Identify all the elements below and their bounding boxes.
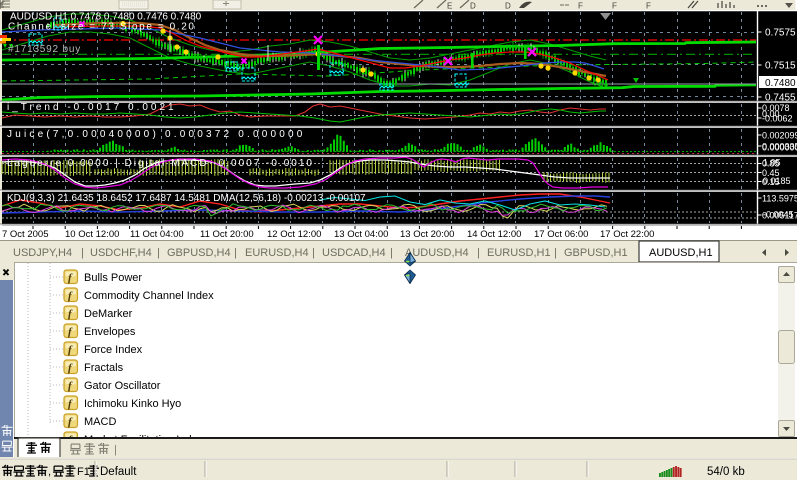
svg-text:13 Oct 20:00: 13 Oct 20:00 xyxy=(400,229,454,240)
svg-text:|: | xyxy=(114,444,117,456)
svg-text:0.0185: 0.0185 xyxy=(763,176,791,186)
svg-text:,: , xyxy=(48,466,51,478)
svg-text:GBPUSD,H4: GBPUSD,H4 xyxy=(167,247,231,259)
svg-text:Commodity Channel Index: Commodity Channel Index xyxy=(84,290,214,302)
svg-text:D: D xyxy=(505,2,511,11)
svg-text:USDJPY,H4: USDJPY,H4 xyxy=(13,247,72,259)
svg-text:E: E xyxy=(447,2,452,11)
svg-text:|: | xyxy=(157,247,160,259)
svg-text:17 Oct 22:00: 17 Oct 22:00 xyxy=(600,229,654,240)
svg-text:0.7455: 0.7455 xyxy=(765,93,796,104)
svg-text:0.000000: 0.000000 xyxy=(762,143,797,153)
svg-text:Envelopes: Envelopes xyxy=(84,326,136,338)
svg-text:|: | xyxy=(312,247,315,259)
svg-text:EURUSD,H1: EURUSD,H1 xyxy=(487,247,551,259)
svg-text:Laguerre 0.0000 | Digital MACD: Laguerre 0.0000 | Digital MACD -0.0007 -… xyxy=(7,158,314,169)
svg-text:USDCHF,H4: USDCHF,H4 xyxy=(90,247,152,259)
svg-text:EURUSD,H4: EURUSD,H4 xyxy=(245,247,309,259)
svg-text:-0.0045: -0.0045 xyxy=(763,210,794,220)
svg-text:|: | xyxy=(390,247,393,259)
svg-text:Channel size = 73 Slope = 0.20: Channel size = 73 Slope = 0.20 xyxy=(8,22,196,33)
svg-text:|: | xyxy=(81,247,84,259)
svg-text:0.7515: 0.7515 xyxy=(765,61,796,72)
svg-text:F1: F1 xyxy=(77,466,90,478)
svg-text:0.7480: 0.7480 xyxy=(765,78,796,89)
svg-text:7 Oct 2005: 7 Oct 2005 xyxy=(2,229,48,240)
svg-text:12 Oct 12:00: 12 Oct 12:00 xyxy=(267,229,321,240)
svg-text:#1713592 buy: #1713592 buy xyxy=(8,44,81,55)
svg-text:0.7575: 0.7575 xyxy=(765,28,796,39)
svg-text:DeMarker: DeMarker xyxy=(84,308,133,320)
svg-text:11 Oct 04:00: 11 Oct 04:00 xyxy=(130,229,184,240)
svg-text:11 Oct 20:00: 11 Oct 20:00 xyxy=(200,229,254,240)
svg-text:1.05: 1.05 xyxy=(763,158,781,168)
svg-text:MACD: MACD xyxy=(84,416,116,428)
svg-text:Gator Oscillator: Gator Oscillator xyxy=(84,380,161,392)
svg-text:AUDUSD,H1: AUDUSD,H1 xyxy=(649,247,713,259)
svg-text:Force Index: Force Index xyxy=(84,344,143,356)
svg-text:|: | xyxy=(234,247,237,259)
svg-text:Juice(7,0.00040000) 0.000372 0: Juice(7,0.00040000) 0.000372 0.000000 xyxy=(7,129,306,140)
svg-text:Default: Default xyxy=(100,466,137,478)
svg-text:13 Oct 04:00: 13 Oct 04:00 xyxy=(334,229,388,240)
svg-text:F: F xyxy=(578,2,583,11)
svg-text:F: F xyxy=(612,2,617,11)
svg-text:|: | xyxy=(477,247,480,259)
svg-text:USDCAD,H4: USDCAD,H4 xyxy=(322,247,386,259)
svg-text:i_Trend -0.0017 0.0021: i_Trend -0.0017 0.0021 xyxy=(7,102,177,113)
svg-text:14 Oct 12:00: 14 Oct 12:00 xyxy=(467,229,521,240)
svg-text:Bulls Power: Bulls Power xyxy=(84,272,142,284)
svg-text:GBPUSD,H1: GBPUSD,H1 xyxy=(564,247,628,259)
svg-text:Ichimoku Kinko Hyo: Ichimoku Kinko Hyo xyxy=(84,398,181,410)
svg-text:F: F xyxy=(646,2,651,11)
svg-text:10 Oct 12:00: 10 Oct 12:00 xyxy=(65,229,119,240)
svg-text:-0.0062: -0.0062 xyxy=(762,114,793,124)
svg-text:D: D xyxy=(470,2,476,11)
svg-text:54/0 kb: 54/0 kb xyxy=(707,466,745,478)
svg-text:17 Oct 06:00: 17 Oct 06:00 xyxy=(534,229,588,240)
svg-text:|: | xyxy=(554,247,557,259)
svg-text:113.5975: 113.5975 xyxy=(762,194,797,204)
svg-text:Fractals: Fractals xyxy=(84,362,124,374)
svg-text:KDJ(9,3,3) 21.6435 18.6452 17.: KDJ(9,3,3) 21.6435 18.6452 17.6487 14.54… xyxy=(7,193,366,204)
svg-text:0.002099: 0.002099 xyxy=(762,131,797,141)
